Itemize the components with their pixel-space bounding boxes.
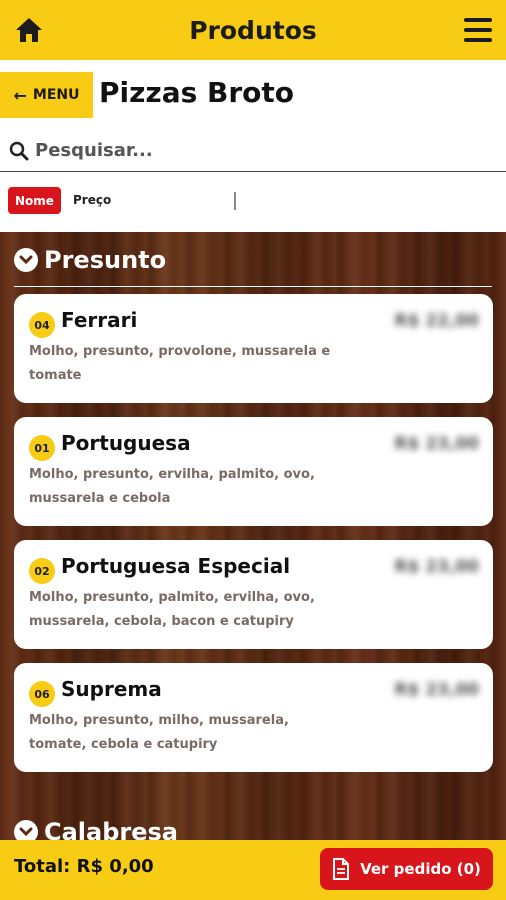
chevron-down-icon [14, 248, 38, 272]
product-card[interactable]: 02 Portuguesa Especial R$ 23,00 Molho, p… [14, 540, 493, 649]
product-price: R$ 23,00 [394, 557, 479, 577]
product-code-badge: 01 [29, 435, 55, 461]
order-total: Total: R$ 0,00 [14, 856, 154, 877]
hamburger-menu-icon[interactable] [464, 18, 492, 42]
section-title: Presunto [44, 246, 167, 274]
product-name: Suprema [61, 677, 162, 701]
product-card[interactable]: 01 Portuguesa R$ 23,00 Molho, presunto, … [14, 417, 493, 526]
sort-options: Nome Preço [0, 172, 506, 232]
arrow-left-icon: ← [13, 85, 27, 105]
sort-by-price-button[interactable]: Preço [73, 193, 111, 207]
page-title: Produtos [189, 15, 317, 45]
product-name: Portuguesa Especial [61, 554, 291, 578]
product-price: R$ 23,00 [394, 434, 479, 454]
search-icon [9, 141, 29, 160]
section-title: Calabresa [44, 818, 179, 840]
category-title: Pizzas Broto [99, 76, 295, 109]
product-description: Molho, presunto, ervilha, palmito, ovo, … [29, 467, 315, 506]
top-app-bar: Produtos [0, 0, 506, 60]
section-header-calabresa[interactable]: Calabresa [14, 818, 178, 840]
product-price: R$ 22,00 [394, 311, 479, 331]
chevron-down-icon [14, 820, 38, 840]
search-bar [0, 130, 506, 172]
product-code-badge: 02 [29, 558, 55, 584]
document-icon [333, 858, 350, 880]
product-code-badge: 04 [29, 312, 55, 338]
view-order-button[interactable]: Ver pedido (0) [320, 848, 493, 890]
section-header-presunto[interactable]: Presunto [14, 246, 166, 274]
order-footer: Total: R$ 0,00 Ver pedido (0) [0, 840, 506, 900]
back-to-menu-label: MENU [32, 87, 80, 103]
product-description: Molho, presunto, palmito, ervilha, ovo, … [29, 590, 315, 629]
sort-divider [234, 192, 236, 210]
product-description: Molho, presunto, milho, mussarela, tomat… [29, 713, 289, 752]
back-to-menu-button[interactable]: ← MENU [0, 72, 93, 118]
product-card[interactable]: 04 Ferrari R$ 22,00 Molho, presunto, pro… [14, 294, 493, 403]
search-input[interactable] [35, 140, 475, 161]
product-code-badge: 06 [29, 681, 55, 707]
sort-by-name-button[interactable]: Nome [8, 187, 61, 214]
category-header: ← MENU Pizzas Broto [0, 60, 506, 130]
product-description: Molho, presunto, provolone, mussarela e … [29, 344, 331, 383]
view-order-label: Ver pedido (0) [360, 860, 481, 878]
home-icon[interactable] [14, 16, 44, 44]
product-card[interactable]: 06 Suprema R$ 23,00 Molho, presunto, mil… [14, 663, 493, 772]
product-list[interactable]: Presunto 04 Ferrari R$ 22,00 Molho, pres… [0, 232, 506, 840]
product-name: Portuguesa [61, 431, 191, 455]
section-divider [14, 286, 492, 287]
product-price: R$ 23,00 [394, 680, 479, 700]
product-name: Ferrari [61, 308, 138, 332]
